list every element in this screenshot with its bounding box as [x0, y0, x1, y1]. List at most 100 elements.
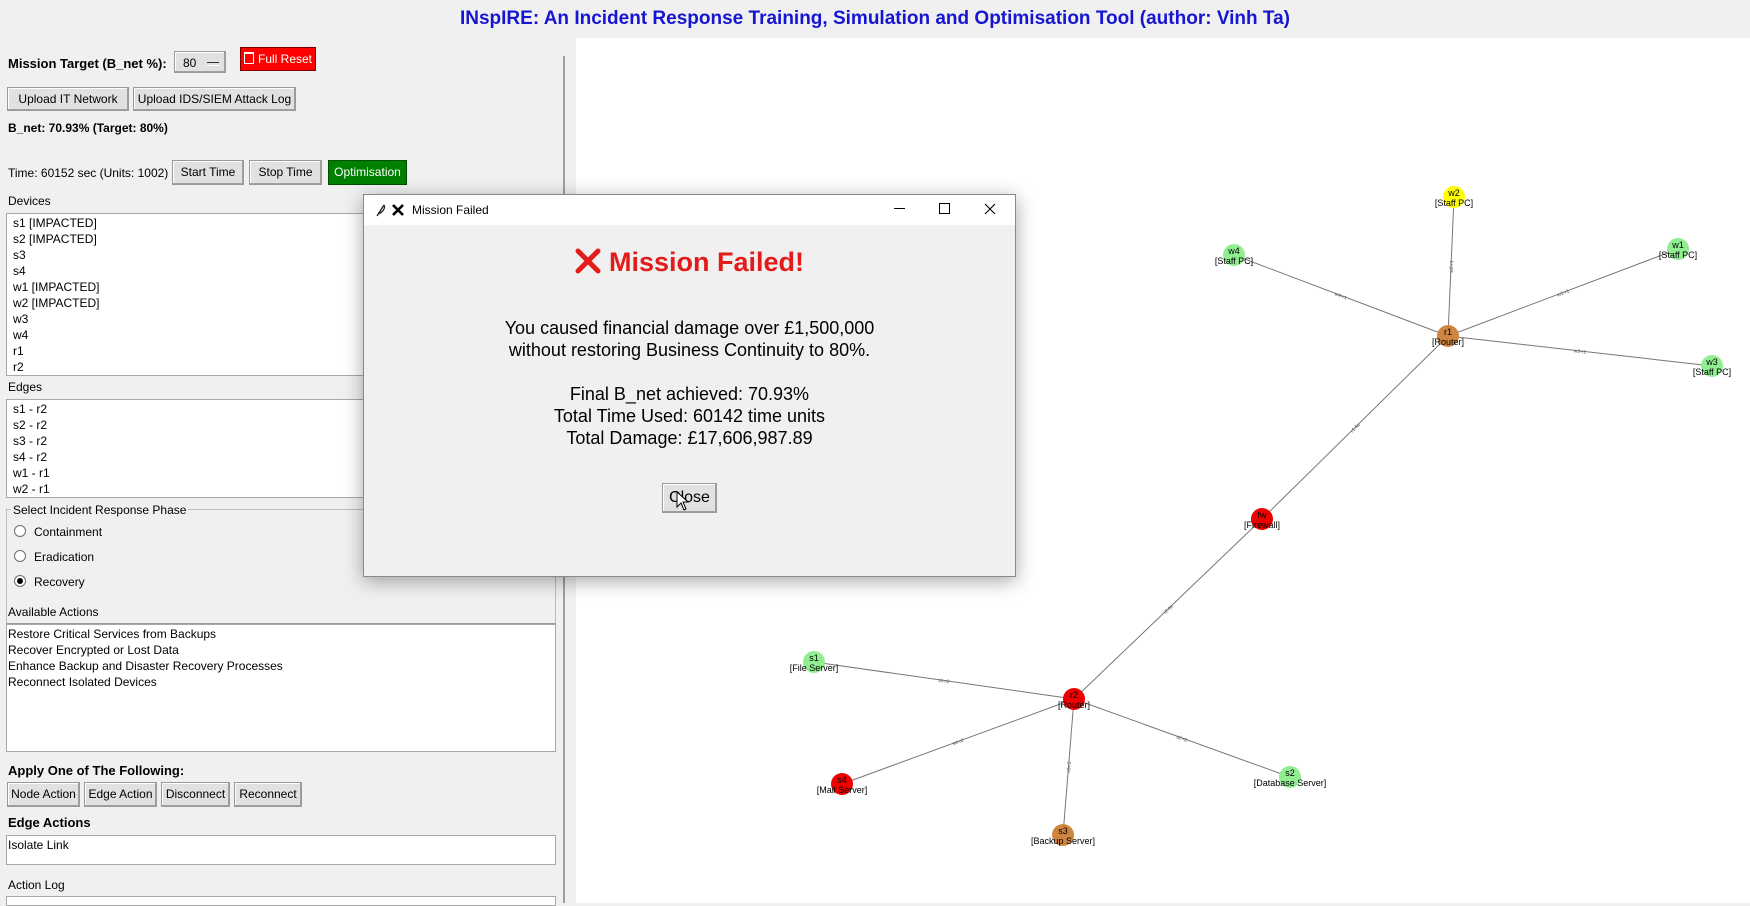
- node-id-label: r2: [1070, 690, 1078, 700]
- bnet-status: B_net: 70.93% (Target: 80%): [8, 121, 168, 135]
- radio-dot: [14, 525, 26, 537]
- dialog-heading-text: Mission Failed!: [608, 247, 805, 277]
- devices-label: Devices: [8, 194, 51, 208]
- network-node-w1[interactable]: w1[Staff PC]: [1659, 238, 1697, 260]
- node-role-label: [Staff PC]: [1435, 198, 1473, 208]
- network-node-s4[interactable]: s4[Mail Server]: [817, 773, 868, 795]
- radio-containment[interactable]: Containment: [14, 525, 102, 539]
- damage-text: Total Damage: £17,606,987.89: [566, 428, 813, 448]
- node-role-label: [Firewall]: [1244, 520, 1280, 530]
- app-title: INspIRE: An Incident Response Training, …: [459, 8, 1291, 29]
- start-time-button[interactable]: Start Time: [172, 160, 244, 185]
- full-reset-button[interactable]: Full Reset: [240, 47, 316, 71]
- node-id-label: w2: [1447, 188, 1460, 198]
- link-label: s3-r2: [1066, 761, 1073, 773]
- link-label: w4-r1: [1334, 291, 1348, 301]
- link-label: r2-fw: [1163, 603, 1175, 615]
- node-id-label: w4: [1227, 246, 1240, 256]
- action-log-label: Action Log: [8, 878, 65, 892]
- network-node-s3[interactable]: s3[Backup Server]: [1031, 824, 1095, 846]
- node-id-label: s4: [837, 775, 847, 785]
- link-label: s2-r2: [1175, 734, 1188, 744]
- dialog-title: Mission Failed: [412, 203, 489, 217]
- action-list-item[interactable]: Recover Encrypted or Lost Data: [8, 642, 555, 658]
- dialog-message-line1: You caused financial damage over £1,500,…: [504, 318, 875, 338]
- network-node-r1[interactable]: r1[Router]: [1432, 325, 1464, 347]
- radio-dot-selected: [14, 575, 26, 587]
- node-role-label: [Router]: [1058, 700, 1090, 710]
- dialog-titlebar: Mission Failed: [364, 195, 1015, 225]
- mission-target-label: Mission Target (B_net %):: [8, 56, 167, 71]
- app-icon: [392, 204, 404, 216]
- time-used-text: Total Time Used: 60142 time units: [553, 406, 826, 426]
- network-node-w3[interactable]: w3[Staff PC]: [1693, 355, 1731, 377]
- link-label: w2-r1: [1449, 260, 1456, 273]
- mission-failed-dialog: Mission Failed Mission Failed! You cause…: [363, 194, 1016, 577]
- link-label: s1-r2: [938, 678, 950, 686]
- trash-icon: [243, 52, 254, 64]
- phase-group-label: Select Incident Response Phase: [11, 503, 189, 517]
- full-reset-label: Full Reset: [257, 52, 313, 66]
- node-role-label: [File Server]: [790, 663, 839, 673]
- time-status: Time: 60152 sec (Units: 1002): [8, 166, 169, 180]
- node-id-label: fw: [1258, 510, 1268, 520]
- link-label: r1-fw: [1350, 422, 1362, 434]
- node-role-label: [Staff PC]: [1659, 250, 1697, 260]
- available-actions-label: Available Actions: [8, 605, 99, 619]
- action-list-item[interactable]: Reconnect Isolated Devices: [8, 674, 555, 690]
- node-id-label: s3: [1058, 826, 1068, 836]
- upload-attack-log-button[interactable]: Upload IDS/SIEM Attack Log: [133, 87, 296, 111]
- link-label: s4-r2: [952, 738, 965, 748]
- apply-label: Apply One of The Following:: [8, 763, 185, 778]
- node-role-label: [Database Server]: [1254, 778, 1327, 788]
- node-id-label: s2: [1285, 768, 1295, 778]
- link-label: w1-r1: [1556, 288, 1570, 298]
- network-node-fw[interactable]: fw[Firewall]: [1244, 508, 1280, 530]
- maximize-icon[interactable]: [939, 203, 951, 215]
- network-node-w4[interactable]: w4[Staff PC]: [1215, 244, 1253, 266]
- radio-recovery[interactable]: Recovery: [14, 575, 85, 589]
- reconnect-button[interactable]: Reconnect: [234, 782, 302, 807]
- radio-label: Containment: [34, 525, 103, 539]
- network-node-r2[interactable]: r2[Router]: [1058, 688, 1090, 710]
- action-list-item[interactable]: Restore Critical Services from Backups: [8, 626, 555, 642]
- minimize-icon[interactable]: [894, 208, 906, 210]
- error-x-icon: [575, 248, 601, 274]
- mouse-cursor-icon: [676, 491, 690, 511]
- dialog-heading: Mission Failed!: [364, 247, 1015, 278]
- radio-label: Eradication: [34, 550, 95, 564]
- action-log[interactable]: [6, 896, 556, 906]
- radio-eradication[interactable]: Eradication: [14, 550, 94, 564]
- edge-actions-list[interactable]: Isolate Link: [6, 835, 556, 865]
- network-node-w2[interactable]: w2[Staff PC]: [1435, 186, 1473, 208]
- node-role-label: [Mail Server]: [817, 785, 868, 795]
- edge-action-list-item[interactable]: Isolate Link: [8, 837, 555, 853]
- radio-dot: [14, 550, 26, 562]
- available-actions-list[interactable]: Restore Critical Services from Backups Re…: [6, 624, 556, 752]
- dialog-message-line2: without restoring Business Continuity to…: [508, 340, 871, 360]
- close-icon[interactable]: [984, 203, 996, 215]
- link-label: w3-r1: [1573, 348, 1586, 355]
- node-id-label: s1: [809, 653, 819, 663]
- spin-arrow-icon: [207, 62, 219, 66]
- radio-label: Recovery: [34, 575, 85, 589]
- node-action-button[interactable]: Node Action: [7, 782, 80, 807]
- edges-label: Edges: [8, 380, 43, 394]
- disconnect-button[interactable]: Disconnect: [161, 782, 230, 807]
- node-id-label: w3: [1705, 357, 1718, 367]
- upload-network-button[interactable]: Upload IT Network: [7, 87, 129, 111]
- node-role-label: [Staff PC]: [1215, 256, 1253, 266]
- network-node-s1[interactable]: s1[File Server]: [790, 651, 839, 673]
- stop-time-button[interactable]: Stop Time: [249, 160, 322, 185]
- action-list-item[interactable]: Enhance Backup and Disaster Recovery Pro…: [8, 658, 555, 674]
- node-id-label: w1: [1671, 240, 1684, 250]
- node-id-label: r1: [1444, 327, 1452, 337]
- mission-target-value: 80: [183, 56, 197, 70]
- edge-actions-label: Edge Actions: [8, 815, 91, 830]
- optimisation-button[interactable]: Optimisation: [328, 160, 407, 185]
- node-role-label: [Router]: [1432, 337, 1464, 347]
- node-role-label: [Staff PC]: [1693, 367, 1731, 377]
- edge-action-button[interactable]: Edge Action: [84, 782, 157, 807]
- network-node-s2[interactable]: s2[Database Server]: [1254, 766, 1327, 788]
- mission-target-spinbox[interactable]: 80: [174, 51, 226, 73]
